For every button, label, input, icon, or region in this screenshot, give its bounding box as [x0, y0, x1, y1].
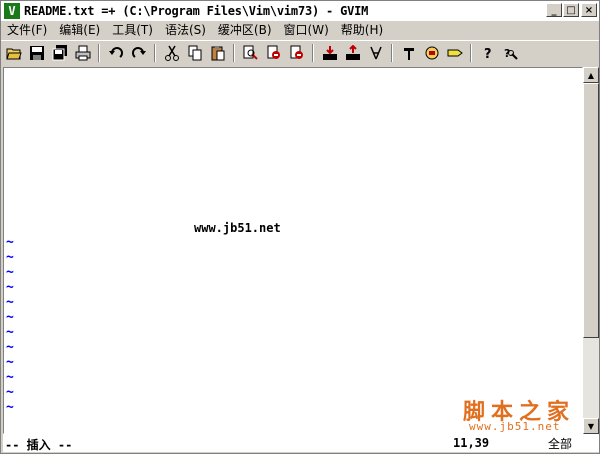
minimize-button[interactable]: _ — [546, 3, 562, 17]
empty-line-marker: ~ — [6, 250, 14, 265]
toolbar-separator — [312, 44, 314, 62]
status-line: -- 插入 -- 11,39 全部 — [3, 434, 599, 452]
title-bar[interactable]: V README.txt =+ (C:\Program Files\Vim\vi… — [1, 1, 599, 21]
gvim-window: V README.txt =+ (C:\Program Files\Vim\vi… — [0, 0, 600, 454]
cursor-position: 11,39 — [453, 436, 490, 450]
menu-edit[interactable]: 编辑(E) — [53, 21, 106, 39]
editor-area[interactable]: www.jb51.net ~ ~ ~ ~ ~ ~ ~ ~ ~ ~ ~ ~ — [3, 67, 583, 434]
empty-line-marker: ~ — [6, 295, 14, 310]
empty-line-marker: ~ — [6, 235, 14, 250]
toolbar-separator — [154, 44, 156, 62]
empty-line-marker: ~ — [6, 340, 14, 355]
site-watermark-url: www.jb51.net — [469, 420, 561, 433]
paste-icon[interactable] — [208, 43, 228, 63]
undo-icon[interactable] — [106, 43, 126, 63]
window-title: README.txt =+ (C:\Program Files\Vim\vim7… — [24, 4, 369, 18]
menu-help[interactable]: 帮助(H) — [335, 21, 389, 39]
svg-text:?: ? — [504, 47, 510, 60]
maximize-button[interactable]: □ — [563, 3, 579, 17]
menu-file[interactable]: 文件(F) — [1, 21, 53, 39]
vim-icon[interactable]: V — [4, 3, 20, 19]
vertical-scrollbar[interactable]: ▲ ▼ — [583, 67, 599, 434]
menu-syntax[interactable]: 语法(S) — [159, 21, 212, 39]
cut-icon[interactable] — [162, 43, 182, 63]
mode-indicator: -- 插入 -- — [5, 438, 73, 452]
save-icon[interactable] — [27, 43, 47, 63]
find-help-icon[interactable]: ? — [501, 43, 521, 63]
editor-text-line: www.jb51.net — [194, 221, 281, 235]
scroll-position: 全部 — [548, 437, 573, 451]
scroll-down-button[interactable]: ▼ — [583, 418, 599, 434]
make-icon[interactable] — [399, 43, 419, 63]
empty-line-marker: ~ — [6, 385, 14, 400]
empty-line-marker: ~ — [6, 355, 14, 370]
print-icon[interactable] — [73, 43, 93, 63]
copy-icon[interactable] — [185, 43, 205, 63]
help-icon[interactable]: ? — [478, 43, 498, 63]
toolbar: ? ? — [1, 40, 599, 65]
save-all-icon[interactable] — [50, 43, 70, 63]
redo-icon[interactable] — [129, 43, 149, 63]
toolbar-separator — [391, 44, 393, 62]
toolbar-separator — [233, 44, 235, 62]
find-next-icon[interactable] — [264, 43, 284, 63]
svg-text:?: ? — [484, 47, 492, 61]
run-script-icon[interactable] — [366, 43, 386, 63]
toolbar-separator — [470, 44, 472, 62]
empty-line-marker: ~ — [6, 280, 14, 295]
menu-buffers[interactable]: 缓冲区(B) — [212, 21, 278, 39]
shell-icon[interactable] — [422, 43, 442, 63]
load-session-icon[interactable] — [320, 43, 340, 63]
empty-line-marker: ~ — [6, 310, 14, 325]
window-controls: _ □ × — [545, 3, 597, 17]
menu-tools[interactable]: 工具(T) — [106, 21, 159, 39]
open-icon[interactable] — [4, 43, 24, 63]
find-prev-icon[interactable] — [287, 43, 307, 63]
toolbar-separator — [98, 44, 100, 62]
save-session-icon[interactable] — [343, 43, 363, 63]
empty-line-marker: ~ — [6, 265, 14, 280]
menu-window[interactable]: 窗口(W) — [278, 21, 335, 39]
empty-line-marker: ~ — [6, 400, 14, 415]
scroll-up-button[interactable]: ▲ — [583, 67, 599, 83]
menu-bar: 文件(F) 编辑(E) 工具(T) 语法(S) 缓冲区(B) 窗口(W) 帮助(… — [1, 21, 599, 39]
ctags-icon[interactable] — [445, 43, 465, 63]
scroll-thumb[interactable] — [583, 83, 599, 338]
close-button[interactable]: × — [581, 3, 597, 17]
find-replace-icon[interactable] — [241, 43, 261, 63]
empty-line-marker: ~ — [6, 325, 14, 340]
empty-line-marker: ~ — [6, 370, 14, 385]
